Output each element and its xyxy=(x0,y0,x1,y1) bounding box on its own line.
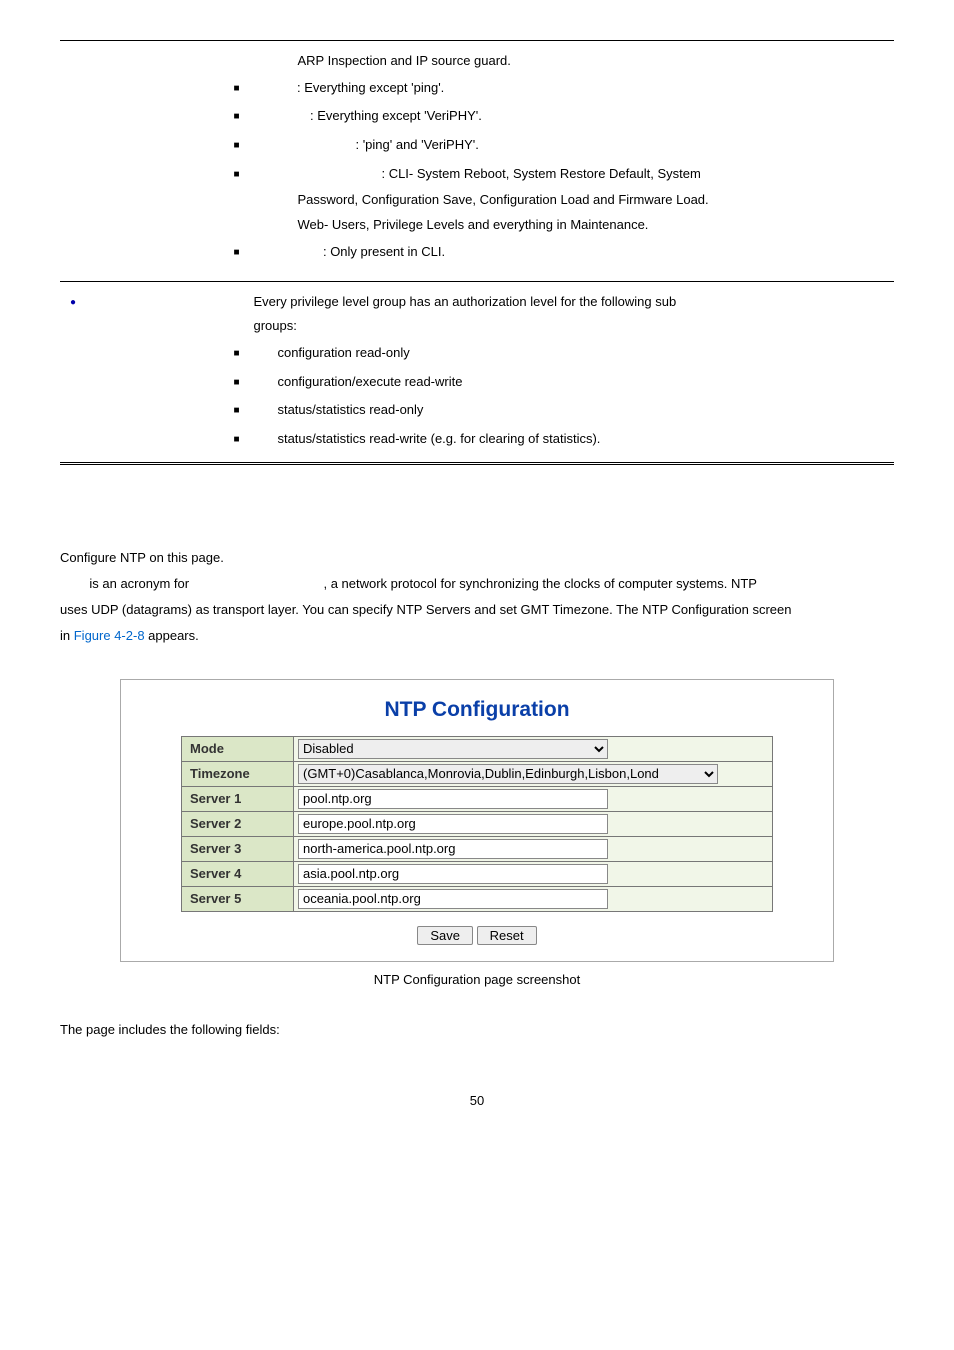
figure-link[interactable]: Figure 4-2-8 xyxy=(74,628,145,643)
server3-cell xyxy=(294,836,773,861)
priv-cont-2: Web- Users, Privilege Levels and everyth… xyxy=(253,213,884,238)
arp-line: ARP Inspection and IP source guard. xyxy=(253,49,884,74)
ntp-p4: in Figure 4-2-8 appears. xyxy=(60,623,894,649)
mode-label: Mode xyxy=(182,736,294,761)
server2-label: Server 2 xyxy=(182,811,294,836)
group-col-right: ARP Inspection and IP source guard. xxx:… xyxy=(243,41,894,282)
ntp-config-panel: NTP Configuration Mode Disabled Timezone… xyxy=(120,679,834,962)
server5-cell xyxy=(294,886,773,911)
server3-label: Server 3 xyxy=(182,836,294,861)
mode-select[interactable]: Disabled xyxy=(298,739,608,759)
server4-input[interactable] xyxy=(298,864,608,884)
server2-cell xyxy=(294,811,773,836)
priv-item-1: xxx: Everything except 'ping'. xyxy=(253,74,884,103)
server1-cell xyxy=(294,786,773,811)
server1-label: Server 1 xyxy=(182,786,294,811)
sub-item-3: status/statistics read-only xyxy=(253,396,884,425)
page-number: 50 xyxy=(60,1093,894,1108)
ntp-p3: uses UDP (datagrams) as transport layer.… xyxy=(60,597,894,623)
privilege-list: xxx: Everything except 'ping'. xxxxx: Ev… xyxy=(253,74,884,189)
sub-item-2: configuration/execute read-write xyxy=(253,368,884,397)
server4-label: Server 4 xyxy=(182,861,294,886)
group-table: ARP Inspection and IP source guard. xxx:… xyxy=(60,40,894,465)
bullet-icon: ● xyxy=(70,293,84,312)
ntp-intro-paragraph: Configure NTP on this page. NTP is an ac… xyxy=(60,545,894,649)
server2-input[interactable] xyxy=(298,814,608,834)
privilege-label-cell: ● xyxy=(60,281,243,463)
mode-cell: Disabled xyxy=(294,736,773,761)
timezone-label: Timezone xyxy=(182,761,294,786)
ntp-config-title: NTP Configuration xyxy=(181,698,773,722)
priv-intro: Every privilege level group has an autho… xyxy=(253,290,884,315)
timezone-select[interactable]: (GMT+0)Casablanca,Monrovia,Dublin,Edinbu… xyxy=(298,764,718,784)
button-row: Save Reset xyxy=(181,926,773,945)
ntp-p1: Configure NTP on this page. xyxy=(60,545,894,571)
reset-button[interactable]: Reset xyxy=(477,926,537,945)
timezone-cell: (GMT+0)Casablanca,Monrovia,Dublin,Edinbu… xyxy=(294,761,773,786)
priv-cont-1: Password, Configuration Save, Configurat… xyxy=(253,188,884,213)
server3-input[interactable] xyxy=(298,839,608,859)
server4-cell xyxy=(294,861,773,886)
server5-input[interactable] xyxy=(298,889,608,909)
privilege-desc-cell: Every privilege level group has an autho… xyxy=(243,281,894,463)
priv-item-4: xxxxxxxxxxxxxxxx: CLI- System Reboot, Sy… xyxy=(253,160,884,189)
footer-line: The page includes the following fields: xyxy=(60,1017,894,1043)
privilege-list-2: xxxxxxx: Only present in CLI. xyxy=(253,238,884,267)
sub-item-1: configuration read-only xyxy=(253,339,884,368)
priv-item-3: xxxxxxxxxxxx: 'ping' and 'VeriPHY'. xyxy=(253,131,884,160)
ntp-config-table: Mode Disabled Timezone (GMT+0)Casablanca… xyxy=(181,736,773,912)
priv-item-last: xxxxxxx: Only present in CLI. xyxy=(253,238,884,267)
group-col-left xyxy=(60,41,243,282)
priv-item-2: xxxxx: Everything except 'VeriPHY'. xyxy=(253,102,884,131)
sub-item-4: status/statistics read-write (e.g. for c… xyxy=(253,425,884,454)
sub-group-list: configuration read-only configuration/ex… xyxy=(253,339,884,454)
server1-input[interactable] xyxy=(298,789,608,809)
save-button[interactable]: Save xyxy=(417,926,473,945)
figure-caption: NTP Configuration page screenshot xyxy=(60,972,894,987)
priv-intro2: groups: xyxy=(253,314,884,339)
server5-label: Server 5 xyxy=(182,886,294,911)
ntp-p2: NTP is an acronym for Network Time Proto… xyxy=(60,571,894,597)
